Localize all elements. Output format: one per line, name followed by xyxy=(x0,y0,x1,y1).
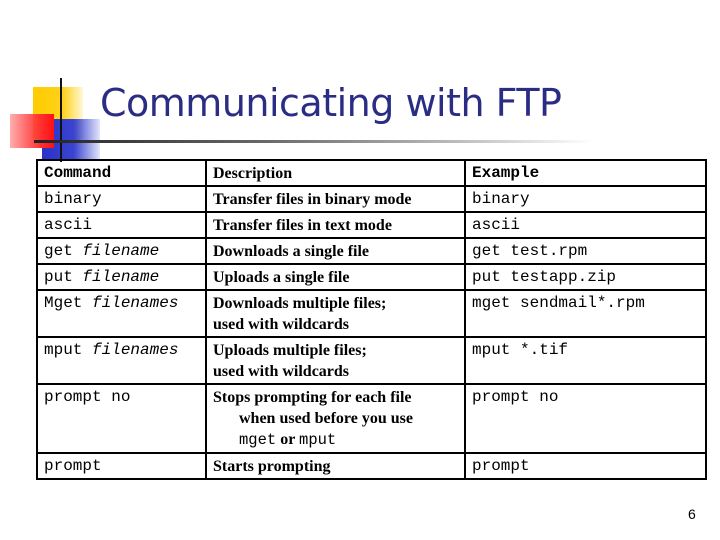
header-example: Example xyxy=(464,159,707,187)
table-header-row: Command Description Example xyxy=(36,159,707,187)
description-cell: Downloads a single file xyxy=(205,237,466,265)
ftp-commands-table: Command Description Example binary Trans… xyxy=(36,159,707,480)
description-cell: Uploads a single file xyxy=(205,263,466,291)
command-text: prompt xyxy=(44,457,102,475)
command-argument: filenames xyxy=(92,341,179,359)
description-line-2: used with wildcards xyxy=(213,363,350,380)
header-command: Command xyxy=(36,159,207,187)
description-cell: Uploads multiple files; used with wildcar… xyxy=(205,336,466,385)
slide-title: Communicating with FTP xyxy=(100,81,562,125)
description-continuation: when used before you use mget or mput xyxy=(213,408,458,451)
example-cell: binary xyxy=(464,185,707,213)
command-cell: Mget filenames xyxy=(36,289,207,338)
header-description: Description xyxy=(205,159,466,187)
example-cell: get test.rpm xyxy=(464,237,707,265)
command-text: get xyxy=(44,242,83,260)
example-cell: put testapp.zip xyxy=(464,263,707,291)
description-line-1: Uploads multiple files; xyxy=(213,342,367,359)
example-cell: ascii xyxy=(464,211,707,239)
description-line-1: Downloads multiple files; xyxy=(213,295,387,312)
description-cell: Transfer files in text mode xyxy=(205,211,466,239)
inline-code-mput: mput xyxy=(299,431,337,449)
command-cell: binary xyxy=(36,185,207,213)
command-text: Mget xyxy=(44,294,93,312)
example-cell: prompt xyxy=(464,452,707,480)
command-argument: filename xyxy=(82,242,160,260)
description-line-2: when used before you use xyxy=(239,410,413,427)
command-argument: filenames xyxy=(92,294,179,312)
command-cell: prompt no xyxy=(36,383,207,454)
table-row: prompt Starts prompting prompt xyxy=(36,452,707,480)
table-row: mput filenames Uploads multiple files; us… xyxy=(36,336,707,385)
page-number: 6 xyxy=(688,506,696,522)
table-row: prompt no Stops prompting for each file w… xyxy=(36,383,707,454)
example-cell: mget sendmail*.rpm xyxy=(464,289,707,338)
title-underline-rule xyxy=(34,140,594,143)
description-cell: Starts prompting xyxy=(205,452,466,480)
example-cell: prompt no xyxy=(464,383,707,454)
command-text: ascii xyxy=(44,216,93,234)
command-text: prompt no xyxy=(44,388,131,406)
description-cell: Downloads multiple files; used with wildc… xyxy=(205,289,466,338)
example-cell: mput *.tif xyxy=(464,336,707,385)
command-cell: get filename xyxy=(36,237,207,265)
description-cell: Stops prompting for each file when used b… xyxy=(205,383,466,454)
command-cell: ascii xyxy=(36,211,207,239)
table-row: get filename Downloads a single file get… xyxy=(36,237,707,265)
table-row: put filename Uploads a single file put t… xyxy=(36,263,707,291)
command-text: binary xyxy=(44,190,102,208)
table-row: binary Transfer files in binary mode bin… xyxy=(36,185,707,213)
command-text: mput xyxy=(44,341,93,359)
description-or: or xyxy=(276,431,300,448)
command-argument: filename xyxy=(82,268,160,286)
description-line-1: Stops prompting for each file xyxy=(213,389,412,406)
command-cell: put filename xyxy=(36,263,207,291)
inline-code-mget: mget xyxy=(239,431,277,449)
command-cell: prompt xyxy=(36,452,207,480)
command-cell: mput filenames xyxy=(36,336,207,385)
description-line-2: used with wildcards xyxy=(213,316,350,333)
table-row: ascii Transfer files in text mode ascii xyxy=(36,211,707,239)
command-text: put xyxy=(44,268,83,286)
table-row: Mget filenames Downloads multiple files;… xyxy=(36,289,707,338)
decorative-vertical-line xyxy=(60,78,62,162)
description-cell: Transfer files in binary mode xyxy=(205,185,466,213)
